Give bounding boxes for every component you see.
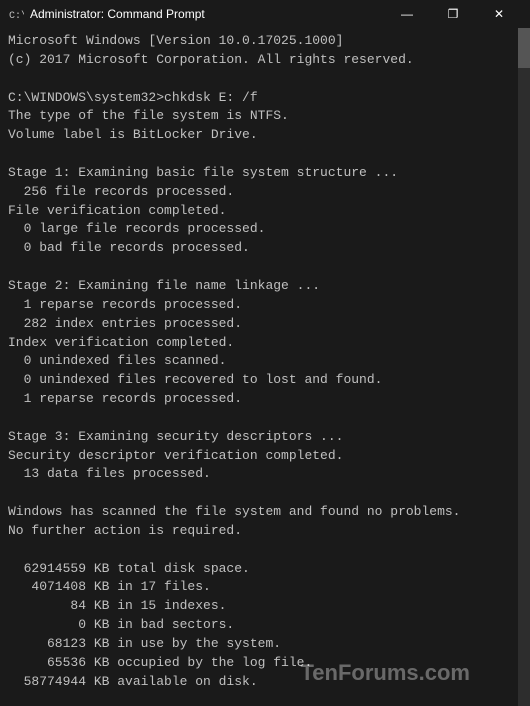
window: C:\ Administrator: Command Prompt — ❐ ✕ … bbox=[0, 0, 530, 706]
title-bar: C:\ Administrator: Command Prompt — ❐ ✕ bbox=[0, 0, 530, 28]
scrollbar-thumb[interactable] bbox=[518, 28, 530, 68]
terminal-output: Microsoft Windows [Version 10.0.17025.10… bbox=[0, 28, 530, 706]
restore-button[interactable]: ❐ bbox=[430, 0, 476, 28]
cmd-icon: C:\ bbox=[8, 6, 24, 22]
close-button[interactable]: ✕ bbox=[476, 0, 522, 28]
scrollbar[interactable] bbox=[518, 28, 530, 706]
title-bar-controls: — ❐ ✕ bbox=[384, 0, 522, 28]
minimize-button[interactable]: — bbox=[384, 0, 430, 28]
svg-text:C:\: C:\ bbox=[9, 10, 24, 22]
title-bar-text: Administrator: Command Prompt bbox=[30, 7, 384, 21]
